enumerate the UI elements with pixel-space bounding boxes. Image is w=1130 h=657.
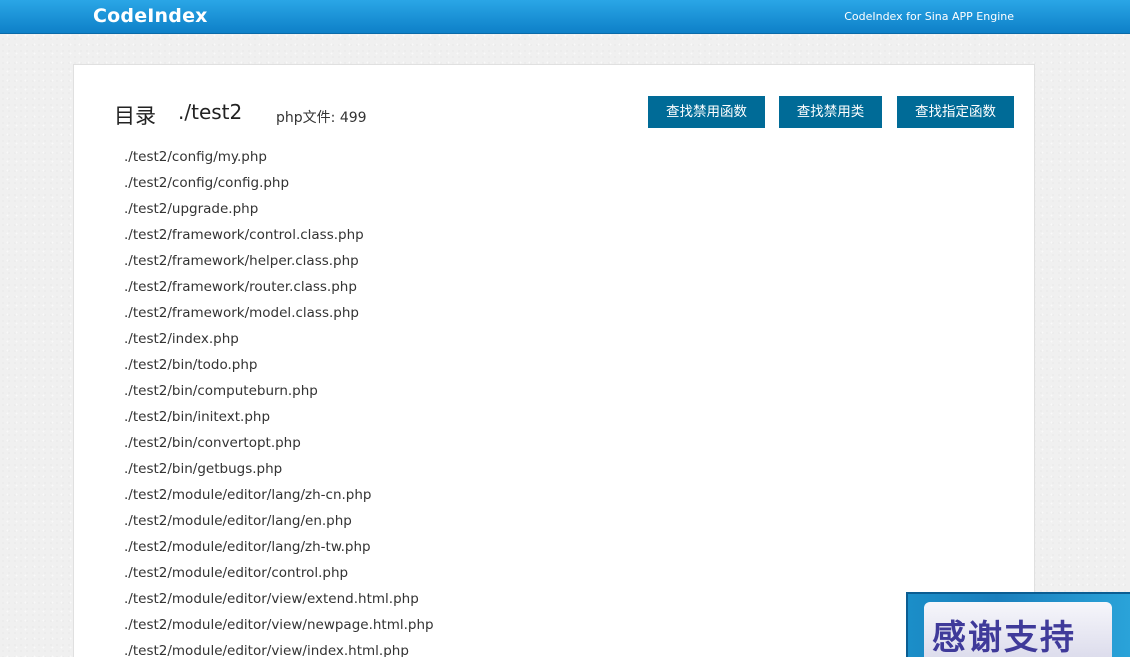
file-list-item: ./test2/module/editor/lang/en.php	[124, 513, 352, 529]
directory-label: 目录	[114, 104, 156, 128]
file-list-item: ./test2/framework/control.class.php	[124, 227, 364, 243]
file-list-item: ./test2/module/editor/view/extend.html.p…	[124, 591, 419, 607]
support-widget[interactable]: 感谢支持	[906, 592, 1130, 657]
find-banned-classes-button[interactable]: 查找禁用类	[779, 96, 882, 128]
file-list-item: ./test2/config/my.php	[124, 149, 267, 165]
directory-path: ./test2	[178, 100, 243, 124]
brand-logo[interactable]: CodeIndex	[93, 5, 208, 27]
file-list-item: ./test2/upgrade.php	[124, 201, 259, 217]
file-list: ./test2/config/my.php ./test2/config/con…	[124, 148, 434, 657]
file-list-item: ./test2/framework/router.class.php	[124, 279, 357, 295]
file-list-item: ./test2/bin/initext.php	[124, 409, 271, 425]
top-header-bar: CodeIndex CodeIndex for Sina APP Engine	[0, 0, 1130, 34]
file-list-item: ./test2/bin/convertopt.php	[124, 435, 301, 451]
file-list-item: ./test2/bin/todo.php	[124, 357, 258, 373]
file-list-item: ./test2/module/editor/lang/zh-cn.php	[124, 487, 372, 503]
file-list-item: ./test2/index.php	[124, 331, 239, 347]
file-list-item: ./test2/framework/model.class.php	[124, 305, 359, 321]
file-list-item: ./test2/config/config.php	[124, 175, 290, 191]
file-list-item: ./test2/module/editor/view/index.html.ph…	[124, 643, 409, 657]
file-list-item: ./test2/bin/getbugs.php	[124, 461, 283, 477]
find-banned-functions-button[interactable]: 查找禁用函数	[648, 96, 765, 128]
header-tagline: CodeIndex for Sina APP Engine	[844, 10, 1014, 23]
support-label: 感谢支持	[932, 618, 1076, 657]
file-list-item: ./test2/framework/helper.class.php	[124, 253, 359, 269]
find-specified-functions-button[interactable]: 查找指定函数	[897, 96, 1014, 128]
support-badge: 感谢支持	[924, 602, 1112, 657]
php-file-count: php文件: 499	[276, 110, 367, 126]
file-list-item: ./test2/bin/computeburn.php	[124, 383, 318, 399]
content-panel: 目录 ./test2 php文件: 499 查找禁用函数 查找禁用类 查找指定函…	[73, 64, 1035, 657]
file-list-item: ./test2/module/editor/control.php	[124, 565, 349, 581]
file-list-item: ./test2/module/editor/view/newpage.html.…	[124, 617, 434, 633]
file-list-item: ./test2/module/editor/lang/zh-tw.php	[124, 539, 371, 555]
